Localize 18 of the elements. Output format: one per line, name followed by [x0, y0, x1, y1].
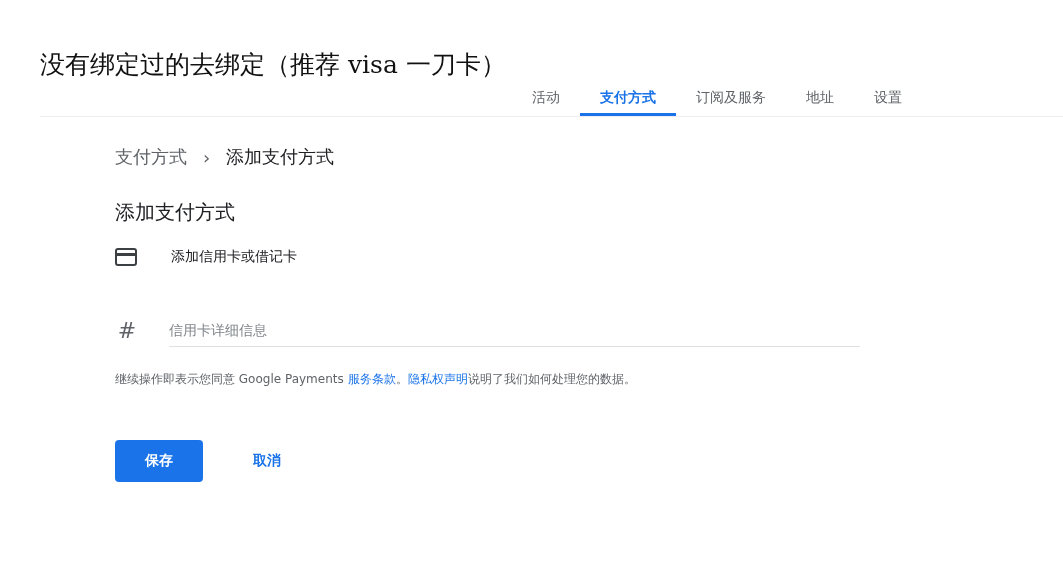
credit-card-icon [115, 248, 137, 266]
terms-link[interactable]: 服务条款 [347, 372, 396, 386]
terms-notice: 继续操作即表示您同意 Google Payments 服务条款。隐私权声明说明了我们如何处理您的数据。 [115, 371, 637, 388]
tab[interactable]: 订阅及服务 [676, 82, 786, 116]
breadcrumb-current: 添加支付方式 [226, 145, 335, 169]
document-heading: 没有绑定过的去绑定（推荐 visa 一刀卡） [40, 49, 507, 81]
breadcrumb-link[interactable]: 支付方式 [115, 145, 187, 169]
save-button[interactable]: 保存 [115, 440, 203, 482]
tab[interactable]: 活动 [512, 82, 580, 116]
tab[interactable]: 设置 [854, 82, 922, 116]
option-label: 添加信用卡或借记卡 [171, 248, 297, 266]
breadcrumb-separator: › [203, 146, 211, 168]
hash-icon: # [115, 318, 139, 343]
page-title: 添加支付方式 [115, 199, 236, 226]
tab[interactable]: 地址 [786, 82, 854, 116]
cancel-button[interactable]: 取消 [245, 444, 289, 478]
privacy-link[interactable]: 隐私权声明 [407, 372, 468, 386]
tab[interactable]: 支付方式 [580, 82, 676, 116]
